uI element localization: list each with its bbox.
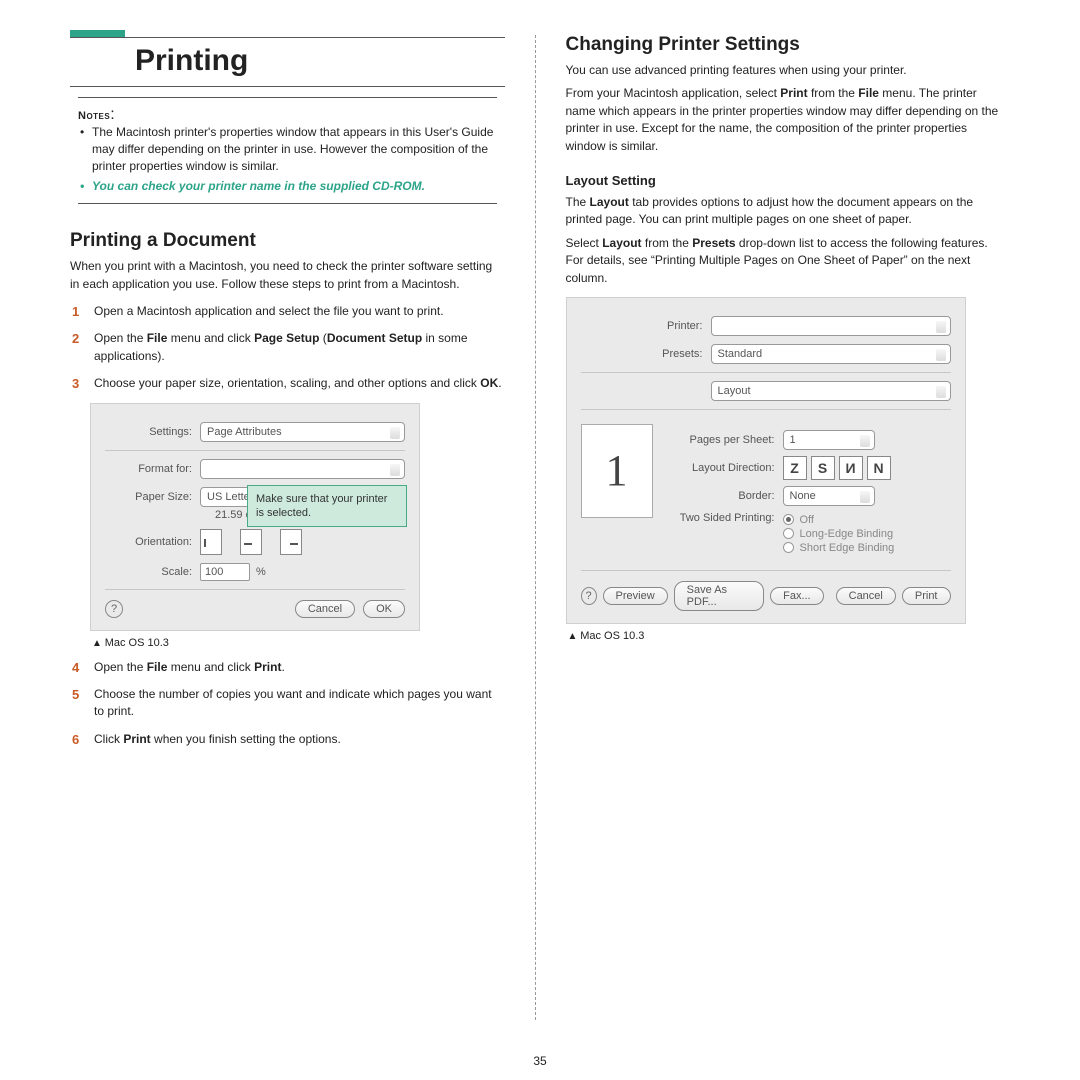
- scale-input[interactable]: 100: [200, 563, 250, 581]
- right-column: Changing Printer Settings You can use ad…: [536, 30, 1031, 1060]
- help-icon[interactable]: ?: [105, 600, 123, 618]
- screenshot-caption: Mac OS 10.3: [568, 630, 1001, 642]
- format-for-select[interactable]: [200, 459, 405, 479]
- layout-dir-option-icon[interactable]: Z: [783, 456, 807, 480]
- orientation-reverse-icon[interactable]: [280, 529, 302, 555]
- cancel-button[interactable]: Cancel: [295, 600, 355, 618]
- presets-label: Presets:: [581, 348, 711, 360]
- format-for-label: Format for:: [105, 463, 200, 475]
- page-thumbnail: 1: [581, 424, 653, 518]
- layout-dir-label: Layout Direction:: [673, 462, 783, 474]
- step-list-cont: Open the File menu and click Print. Choo…: [70, 659, 505, 749]
- step-item: Choose your paper size, orientation, sca…: [70, 375, 505, 392]
- note-item: The Macintosh printer's properties windo…: [78, 124, 497, 174]
- layout-dir-option-icon[interactable]: N: [867, 456, 891, 480]
- step-list: Open a Macintosh application and select …: [70, 303, 505, 393]
- step-item: Choose the number of copies you want and…: [70, 686, 505, 721]
- orientation-label: Orientation:: [105, 536, 200, 548]
- step-item: Open the File menu and click Page Setup …: [70, 330, 505, 365]
- save-pdf-button[interactable]: Save As PDF...: [674, 581, 764, 611]
- pps-label: Pages per Sheet:: [673, 434, 783, 446]
- layout-dir-option-icon[interactable]: S: [811, 456, 835, 480]
- body-text: Select Layout from the Presets drop-down…: [566, 235, 1001, 287]
- step-item: Open a Macintosh application and select …: [70, 303, 505, 320]
- two-sided-radio-off[interactable]: Off: [783, 514, 895, 526]
- notes-block: Notes: The Macintosh printer's propertie…: [70, 97, 505, 204]
- body-text: The Layout tab provides options to adjus…: [566, 194, 1001, 229]
- step-item: Click Print when you finish setting the …: [70, 731, 505, 748]
- step-item: Open the File menu and click Print.: [70, 659, 505, 676]
- left-column: Printing Notes: The Macintosh printer's …: [50, 30, 535, 1060]
- border-select[interactable]: None: [783, 486, 875, 506]
- subsection-heading: Layout Setting: [566, 173, 1001, 188]
- printer-select[interactable]: [711, 316, 951, 336]
- body-text: From your Macintosh application, select …: [566, 85, 1001, 155]
- body-text: You can use advanced printing features w…: [566, 62, 1001, 79]
- note-item-emph: You can check your printer name in the s…: [78, 178, 497, 195]
- presets-select[interactable]: Standard: [711, 344, 951, 364]
- border-label: Border:: [673, 490, 783, 502]
- ok-button[interactable]: OK: [363, 600, 405, 618]
- two-sided-radio-short[interactable]: Short Edge Binding: [783, 542, 895, 554]
- page-title: Printing: [135, 44, 505, 78]
- help-icon[interactable]: ?: [581, 587, 597, 605]
- print-button[interactable]: Print: [902, 587, 951, 605]
- body-text: When you print with a Macintosh, you nee…: [70, 258, 505, 293]
- print-layout-screenshot: Printer: Presets: Standard Layout 1: [566, 297, 966, 624]
- orientation-landscape-icon[interactable]: [240, 529, 262, 555]
- page-number: 35: [0, 1054, 1080, 1068]
- notes-label: Notes: [78, 110, 110, 122]
- orientation-portrait-icon[interactable]: [200, 529, 222, 555]
- section-heading: Changing Printer Settings: [566, 34, 1001, 56]
- preview-button[interactable]: Preview: [603, 587, 668, 605]
- cancel-button[interactable]: Cancel: [836, 587, 896, 605]
- screenshot-caption: Mac OS 10.3: [92, 637, 505, 649]
- paper-size-label: Paper Size:: [105, 491, 200, 503]
- tooltip-callout: Make sure that your printer is selected.: [247, 485, 407, 528]
- two-sided-radio-long[interactable]: Long-Edge Binding: [783, 528, 895, 540]
- page-setup-screenshot: Settings: Page Attributes Format for: Pa…: [90, 403, 420, 631]
- settings-select[interactable]: Page Attributes: [200, 422, 405, 442]
- pps-select[interactable]: 1: [783, 430, 875, 450]
- section-heading: Printing a Document: [70, 230, 505, 252]
- settings-label: Settings:: [105, 426, 200, 438]
- panel-select[interactable]: Layout: [711, 381, 951, 401]
- fax-button[interactable]: Fax...: [770, 587, 824, 605]
- layout-dir-option-icon[interactable]: И: [839, 456, 863, 480]
- scale-label: Scale:: [105, 566, 200, 578]
- two-sided-label: Two Sided Printing:: [673, 512, 783, 524]
- percent-sign: %: [256, 566, 266, 578]
- printer-label: Printer:: [581, 320, 711, 332]
